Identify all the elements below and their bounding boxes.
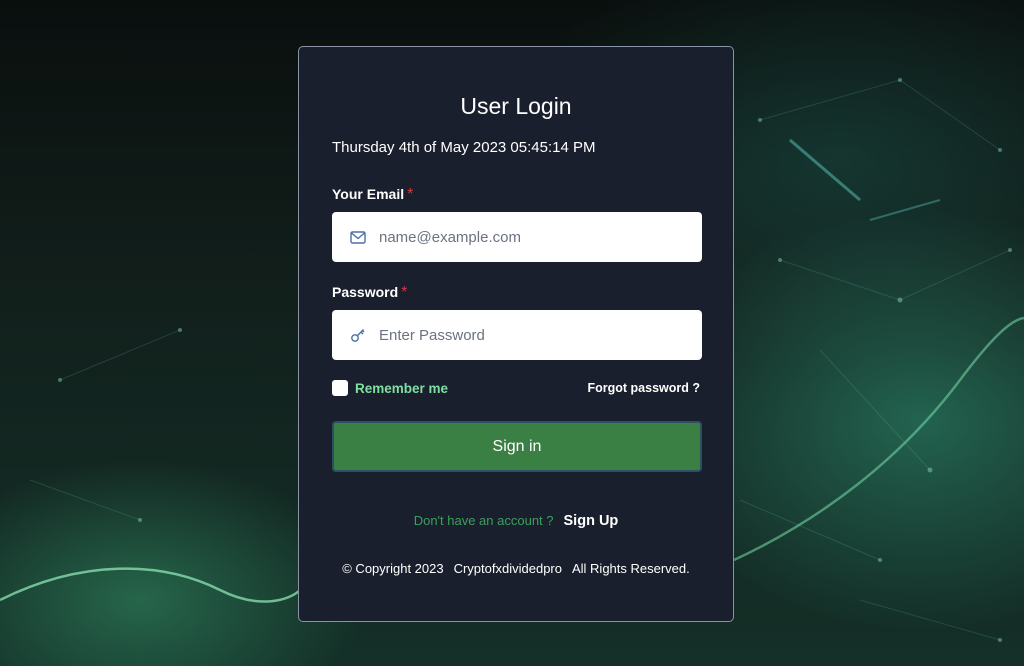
sign-in-button[interactable]: Sign in (332, 421, 702, 472)
password-required-mark: * (401, 284, 408, 301)
remember-me-checkbox[interactable] (332, 380, 348, 396)
password-label-row: Password * (332, 284, 407, 302)
footer-brand: Cryptofxdividedpro (453, 561, 562, 576)
footer-copyright: © Copyright 2023 (342, 561, 444, 576)
footer: © Copyright 2023 Cryptofxdividedpro All … (299, 561, 733, 576)
key-icon (349, 326, 367, 344)
no-account-text: Don't have an account ? (413, 513, 554, 528)
current-datetime: Thursday 4th of May 2023 05:45:14 PM (332, 139, 596, 156)
email-field-wrapper (332, 212, 702, 262)
page-title: User Login (460, 93, 572, 119)
email-input[interactable] (379, 217, 689, 257)
mail-icon (349, 228, 367, 246)
sign-up-link[interactable]: Sign Up (564, 513, 619, 529)
email-label-row: Your Email * (332, 186, 413, 204)
email-label: Your Email (332, 186, 405, 202)
signup-row: Don't have an account ? Sign Up (299, 513, 733, 529)
forgot-password-link[interactable]: Forgot password ? (588, 381, 701, 395)
footer-rights: All Rights Reserved. (571, 561, 690, 576)
email-required-mark: * (407, 186, 414, 203)
password-input[interactable] (379, 315, 689, 355)
remember-me-label[interactable]: Remember me (355, 381, 448, 396)
password-field-wrapper (332, 310, 702, 360)
password-label: Password (332, 284, 399, 300)
login-card: User Login Thursday 4th of May 2023 05:4… (298, 46, 734, 622)
